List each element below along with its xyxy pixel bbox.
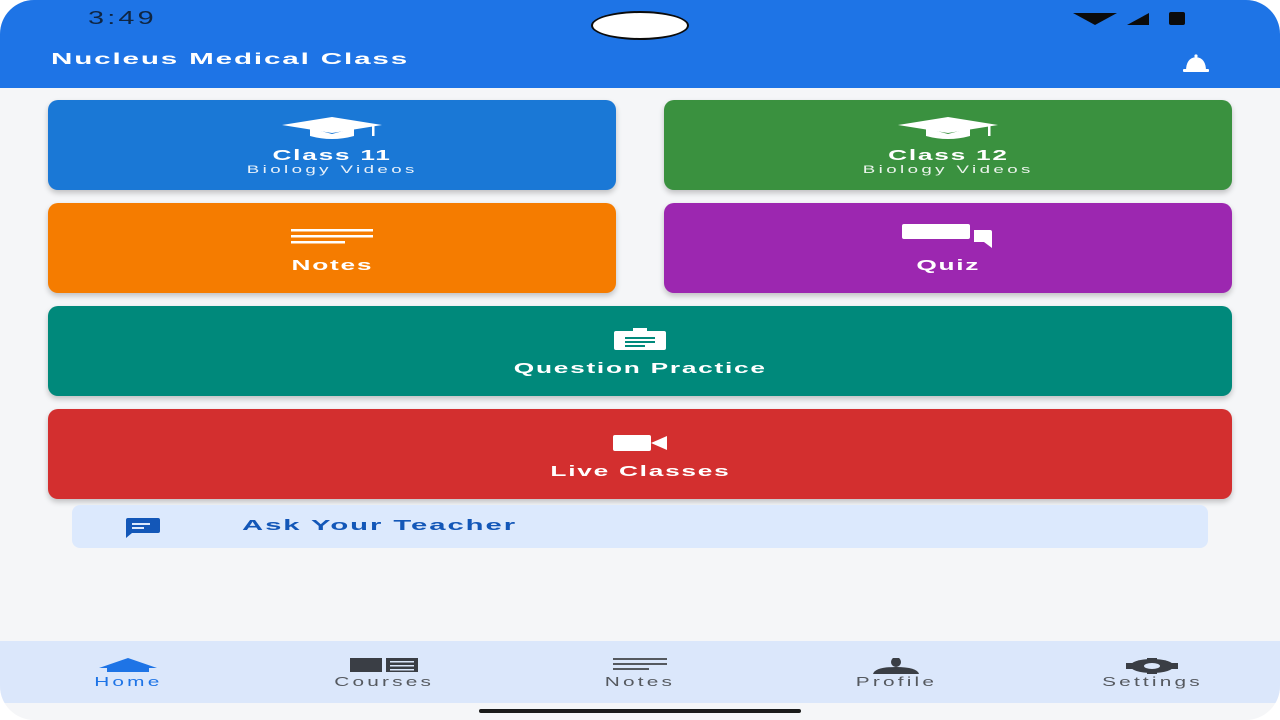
nav-profile[interactable]: Profile: [768, 641, 1024, 703]
home-icon: [99, 658, 157, 672]
nav-settings[interactable]: Settings: [1024, 641, 1280, 703]
person-icon: [873, 658, 919, 674]
gear-icon: [1126, 658, 1178, 674]
question-practice-tile[interactable]: Question Practice: [48, 306, 1232, 396]
quiz-title: Quiz: [916, 257, 980, 274]
clipboard-icon: [614, 328, 666, 350]
video-camera-icon: [613, 435, 667, 451]
class-12-tile[interactable]: Class 12 Biology Videos: [664, 100, 1232, 190]
live-classes-tile[interactable]: Live Classes: [48, 409, 1232, 499]
nav-settings-label: Settings: [1101, 674, 1203, 689]
book-icon: [350, 658, 418, 672]
class-12-title: Class 12: [887, 147, 1009, 164]
signal-icon: [1127, 12, 1149, 25]
bell-icon[interactable]: [1172, 54, 1220, 74]
nav-courses[interactable]: Courses: [256, 641, 512, 703]
class-12-subtitle: Biology Videos: [862, 164, 1034, 176]
graduation-cap-icon: [282, 117, 382, 139]
status-time: 3:49: [88, 8, 157, 28]
chat-bubbles-icon: [902, 224, 992, 248]
nav-courses-label: Courses: [334, 674, 434, 689]
live-classes-title: Live Classes: [549, 463, 731, 480]
nav-notes[interactable]: Notes: [512, 641, 768, 703]
home-indicator[interactable]: [479, 709, 801, 713]
wifi-icon: [1073, 12, 1117, 25]
camera-cutout: [591, 11, 689, 40]
notes-title: Notes: [291, 257, 373, 274]
class-11-subtitle: Biology Videos: [246, 164, 418, 176]
phone-screen: 3:49 Nucleus Medical Class Class 11 Biol…: [0, 0, 1280, 720]
notes-tile[interactable]: Notes: [48, 203, 616, 293]
nav-home[interactable]: Home: [0, 641, 256, 703]
status-icons: [1073, 12, 1185, 25]
app-title: Nucleus Medical Class: [51, 51, 410, 68]
class-11-title: Class 11: [272, 147, 392, 164]
nav-profile-label: Profile: [855, 674, 937, 689]
nav-home-label: Home: [93, 674, 163, 689]
notes-icon: [613, 658, 667, 670]
app-bar: 3:49 Nucleus Medical Class: [0, 0, 1280, 88]
question-practice-title: Question Practice: [513, 360, 767, 377]
class-11-tile[interactable]: Class 11 Biology Videos: [48, 100, 616, 190]
ask-teacher-button[interactable]: Ask Your Teacher: [72, 505, 1208, 548]
bottom-navigation: Home Courses Notes Profile Settings: [0, 641, 1280, 703]
quiz-tile[interactable]: Quiz: [664, 203, 1232, 293]
graduation-cap-icon: [898, 117, 998, 139]
battery-icon: [1169, 12, 1185, 25]
nav-notes-label: Notes: [604, 674, 676, 689]
ask-teacher-label: Ask Your Teacher: [242, 517, 518, 534]
message-icon: [126, 518, 160, 538]
notes-lines-icon: [291, 229, 373, 244]
